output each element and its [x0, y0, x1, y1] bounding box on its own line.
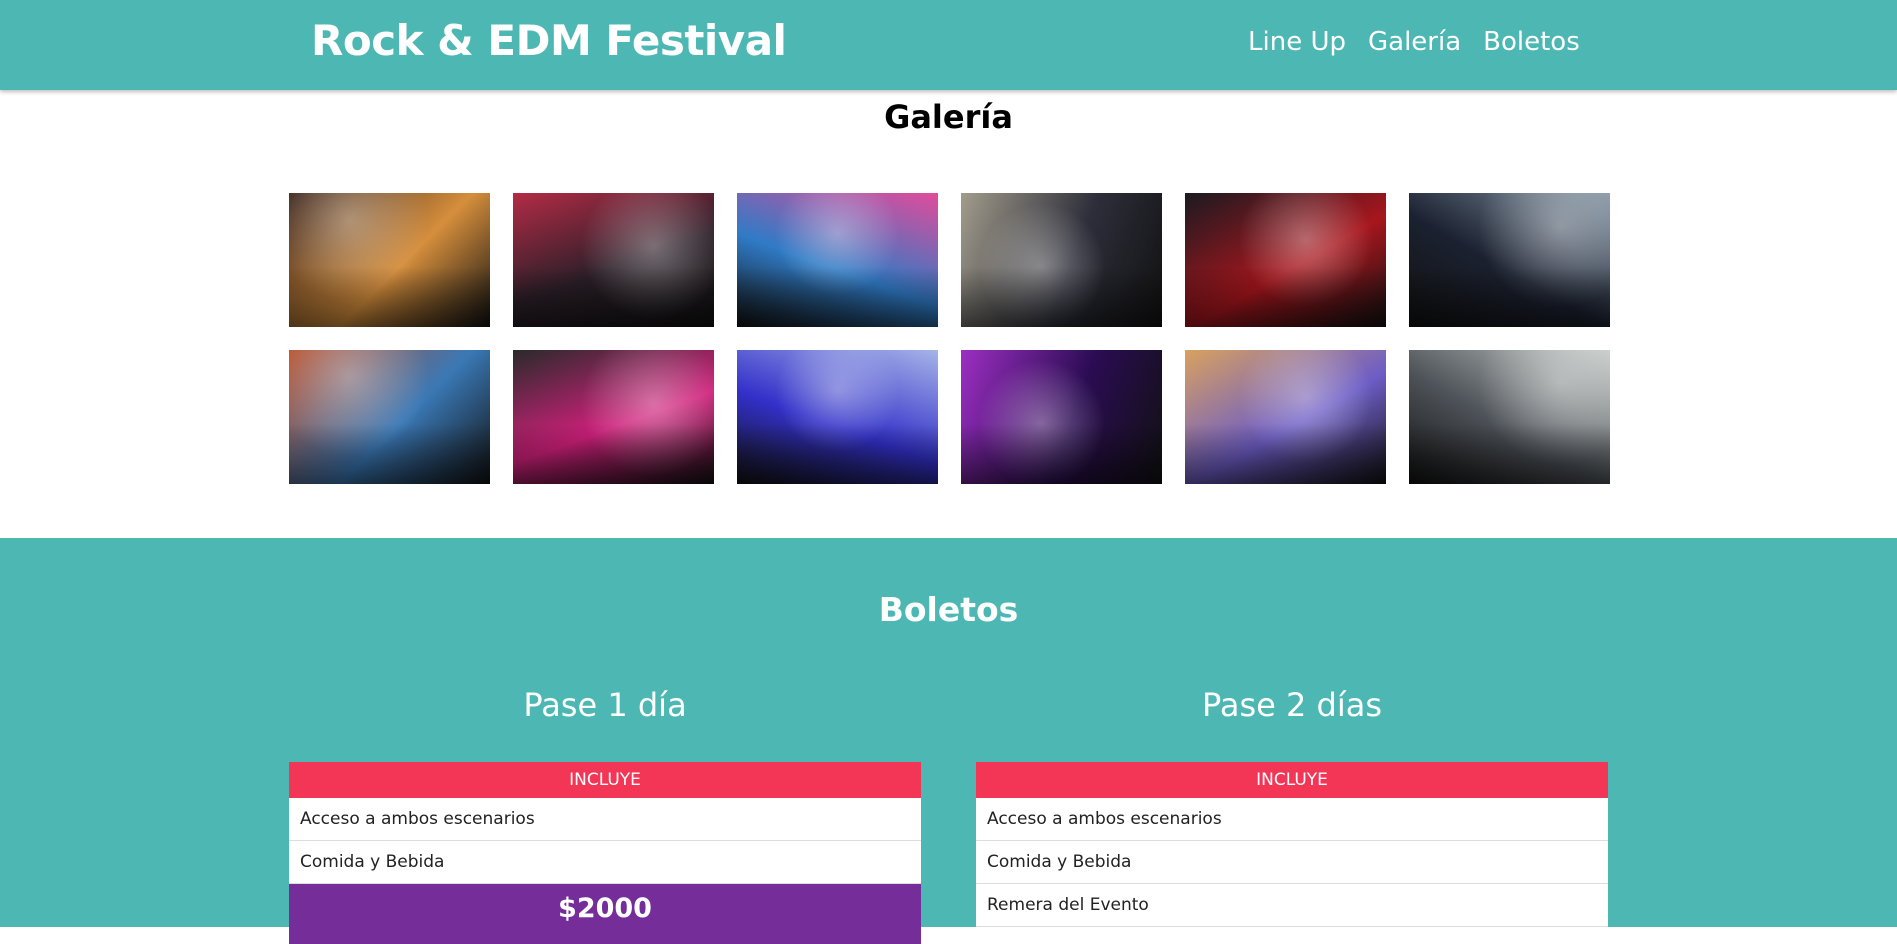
- crowd-hands-orange-photo[interactable]: [289, 193, 490, 327]
- guitarist-red-stage-photo[interactable]: [1185, 193, 1386, 327]
- singer-smoke-photo[interactable]: [1409, 350, 1610, 484]
- main-nav: Line Up Galería Boletos: [1248, 27, 1580, 57]
- tickets-heading: Boletos: [878, 590, 1019, 629]
- nav-link-line-up[interactable]: Line Up: [1248, 27, 1346, 57]
- tickets-section: Boletos Pase 1 día INCLUYE Acceso a ambo…: [0, 538, 1897, 944]
- site-header: Rock & EDM Festival Line Up Galería Bole…: [0, 0, 1897, 90]
- crowd-neon-lights-photo[interactable]: [737, 193, 938, 327]
- pass-title: Pase 1 día: [523, 686, 687, 724]
- photo-grid: [289, 193, 1610, 484]
- include-item: Comida y Bebida: [289, 841, 921, 884]
- nav-link-boletos[interactable]: Boletos: [1483, 27, 1580, 57]
- pass-card-1-day: Pase 1 día INCLUYE Acceso a ambos escena…: [289, 686, 921, 944]
- pass-title: Pase 2 días: [1201, 686, 1382, 724]
- dj-laptop-crowd-photo[interactable]: [513, 350, 714, 484]
- includes-header: INCLUYE: [289, 762, 921, 798]
- include-item: Acceso a ambos escenarios: [289, 798, 921, 841]
- pass-card-2-days: Pase 2 días INCLUYE Acceso a ambos escen…: [976, 686, 1608, 927]
- include-item: Acceso a ambos escenarios: [976, 798, 1608, 841]
- site-logo-title[interactable]: Rock & EDM Festival: [311, 16, 787, 65]
- female-dj-photo[interactable]: [1409, 193, 1610, 327]
- rock-singer-red-photo[interactable]: [513, 193, 714, 327]
- include-item: Remera del Evento: [976, 884, 1608, 927]
- gallery-section: Galería: [0, 90, 1897, 538]
- dj-hand-blue-photo[interactable]: [737, 350, 938, 484]
- includes-header: INCLUYE: [976, 762, 1608, 798]
- price-button[interactable]: $2000: [289, 884, 921, 944]
- nav-link-galeria[interactable]: Galería: [1368, 27, 1461, 57]
- dj-controller-purple-photo[interactable]: [961, 350, 1162, 484]
- dj-turntables-photo[interactable]: [961, 193, 1162, 327]
- band-duo-stage-photo[interactable]: [1185, 350, 1386, 484]
- guitars-closeup-photo[interactable]: [289, 350, 490, 484]
- gallery-heading: Galería: [884, 98, 1013, 136]
- include-item: Comida y Bebida: [976, 841, 1608, 884]
